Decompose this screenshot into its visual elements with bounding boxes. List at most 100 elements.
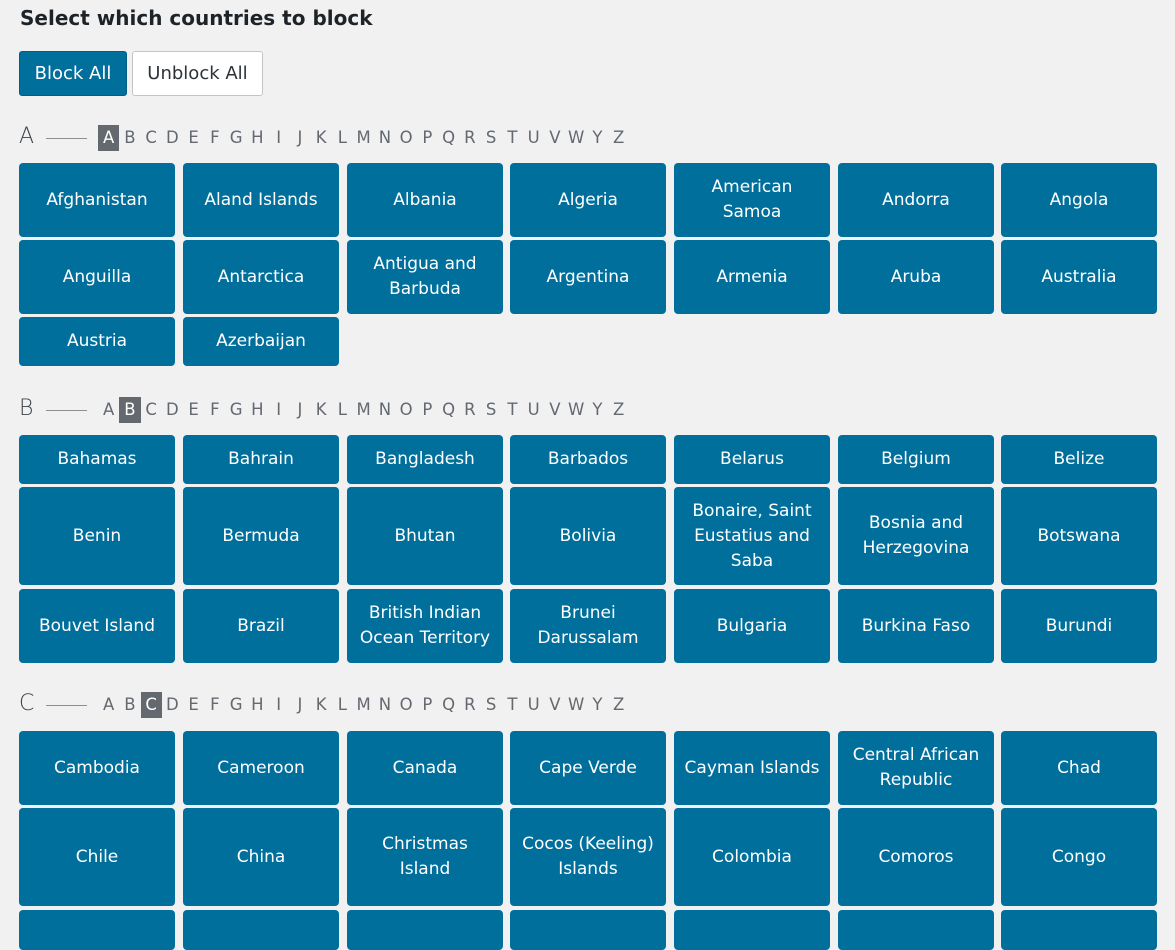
alphabet-link-q[interactable]: Q: [438, 692, 459, 718]
alphabet-link-o[interactable]: O: [396, 397, 417, 423]
alphabet-link-i[interactable]: I: [268, 692, 289, 718]
alphabet-link-u[interactable]: U: [523, 125, 544, 151]
alphabet-link-p[interactable]: P: [417, 397, 438, 423]
alphabet-link-c[interactable]: C: [141, 125, 162, 151]
country-tile[interactable]: American Samoa: [674, 163, 830, 237]
alphabet-link-j[interactable]: J: [289, 125, 310, 151]
alphabet-link-t[interactable]: T: [502, 692, 523, 718]
alphabet-link-u[interactable]: U: [523, 397, 544, 423]
country-tile[interactable]: Austria: [19, 317, 175, 366]
country-tile[interactable]: Bonaire, Saint Eustatius and Saba: [674, 487, 830, 585]
alphabet-link-w[interactable]: W: [566, 397, 587, 423]
alphabet-link-h[interactable]: H: [247, 692, 268, 718]
alphabet-link-k[interactable]: K: [311, 125, 332, 151]
alphabet-link-h[interactable]: H: [247, 125, 268, 151]
alphabet-link-s[interactable]: S: [481, 692, 502, 718]
alphabet-link-c[interactable]: C: [140, 692, 162, 718]
alphabet-link-g[interactable]: G: [226, 397, 247, 423]
country-tile[interactable]: Aruba: [838, 240, 994, 314]
alphabet-link-a[interactable]: A: [98, 397, 119, 423]
country-tile[interactable]: Cocos (Keeling) Islands: [510, 808, 666, 906]
alphabet-link-e[interactable]: E: [183, 397, 204, 423]
alphabet-link-p[interactable]: P: [417, 692, 438, 718]
alphabet-link-g[interactable]: G: [226, 125, 247, 151]
alphabet-link-v[interactable]: V: [544, 692, 565, 718]
country-tile[interactable]: Afghanistan: [19, 163, 175, 237]
alphabet-link-t[interactable]: T: [502, 397, 523, 423]
alphabet-link-o[interactable]: O: [396, 125, 417, 151]
country-tile[interactable]: Colombia: [674, 808, 830, 906]
country-tile[interactable]: [347, 910, 503, 950]
alphabet-link-r[interactable]: R: [459, 397, 480, 423]
country-tile[interactable]: Bulgaria: [674, 589, 830, 663]
alphabet-link-j[interactable]: J: [289, 397, 310, 423]
alphabet-link-l[interactable]: L: [332, 125, 353, 151]
alphabet-link-i[interactable]: I: [268, 125, 289, 151]
alphabet-link-w[interactable]: W: [566, 125, 587, 151]
alphabet-link-s[interactable]: S: [481, 125, 502, 151]
alphabet-link-v[interactable]: V: [544, 397, 565, 423]
alphabet-link-o[interactable]: O: [396, 692, 417, 718]
country-tile[interactable]: Aland Islands: [183, 163, 339, 237]
country-tile[interactable]: Cayman Islands: [674, 731, 830, 805]
country-tile[interactable]: Antigua and Barbuda: [347, 240, 503, 314]
country-tile[interactable]: Anguilla: [19, 240, 175, 314]
country-tile[interactable]: Bolivia: [510, 487, 666, 585]
country-tile[interactable]: [1001, 910, 1157, 950]
alphabet-link-y[interactable]: Y: [587, 125, 608, 151]
alphabet-link-a[interactable]: A: [98, 125, 120, 151]
country-tile[interactable]: Albania: [347, 163, 503, 237]
alphabet-link-g[interactable]: G: [226, 692, 247, 718]
alphabet-link-a[interactable]: A: [98, 692, 119, 718]
alphabet-link-t[interactable]: T: [502, 125, 523, 151]
alphabet-link-r[interactable]: R: [459, 692, 480, 718]
country-tile[interactable]: Benin: [19, 487, 175, 585]
alphabet-link-n[interactable]: N: [374, 397, 395, 423]
country-tile[interactable]: Chad: [1001, 731, 1157, 805]
alphabet-link-d[interactable]: D: [162, 692, 183, 718]
country-tile[interactable]: Andorra: [838, 163, 994, 237]
country-tile[interactable]: Canada: [347, 731, 503, 805]
alphabet-link-r[interactable]: R: [459, 125, 480, 151]
country-tile[interactable]: [510, 910, 666, 950]
country-tile[interactable]: Angola: [1001, 163, 1157, 237]
alphabet-link-i[interactable]: I: [268, 397, 289, 423]
country-tile[interactable]: Bhutan: [347, 487, 503, 585]
alphabet-link-b[interactable]: B: [119, 692, 140, 718]
country-tile[interactable]: British Indian Ocean Territory: [347, 589, 503, 663]
alphabet-link-z[interactable]: Z: [608, 692, 629, 718]
alphabet-link-m[interactable]: M: [353, 125, 374, 151]
alphabet-link-u[interactable]: U: [523, 692, 544, 718]
country-tile[interactable]: Brazil: [183, 589, 339, 663]
alphabet-link-e[interactable]: E: [183, 692, 204, 718]
country-tile[interactable]: Burundi: [1001, 589, 1157, 663]
alphabet-link-y[interactable]: Y: [587, 692, 608, 718]
alphabet-link-s[interactable]: S: [481, 397, 502, 423]
alphabet-link-m[interactable]: M: [353, 397, 374, 423]
country-tile[interactable]: [674, 910, 830, 950]
country-tile[interactable]: Bermuda: [183, 487, 339, 585]
country-tile[interactable]: Chile: [19, 808, 175, 906]
alphabet-link-k[interactable]: K: [311, 397, 332, 423]
country-tile[interactable]: Christmas Island: [347, 808, 503, 906]
country-tile[interactable]: Cape Verde: [510, 731, 666, 805]
country-tile[interactable]: Bahrain: [183, 435, 339, 484]
country-tile[interactable]: Bouvet Island: [19, 589, 175, 663]
alphabet-link-z[interactable]: Z: [608, 397, 629, 423]
country-tile[interactable]: Brunei Darussalam: [510, 589, 666, 663]
alphabet-link-j[interactable]: J: [289, 692, 310, 718]
alphabet-link-v[interactable]: V: [544, 125, 565, 151]
alphabet-link-z[interactable]: Z: [608, 125, 629, 151]
country-tile[interactable]: Comoros: [838, 808, 994, 906]
country-tile[interactable]: Cameroon: [183, 731, 339, 805]
country-tile[interactable]: Barbados: [510, 435, 666, 484]
alphabet-link-f[interactable]: F: [204, 397, 225, 423]
alphabet-link-e[interactable]: E: [183, 125, 204, 151]
country-tile[interactable]: [183, 910, 339, 950]
country-tile[interactable]: Armenia: [674, 240, 830, 314]
alphabet-link-d[interactable]: D: [162, 397, 183, 423]
alphabet-link-n[interactable]: N: [374, 125, 395, 151]
alphabet-link-c[interactable]: C: [141, 397, 162, 423]
alphabet-link-k[interactable]: K: [311, 692, 332, 718]
country-tile[interactable]: China: [183, 808, 339, 906]
